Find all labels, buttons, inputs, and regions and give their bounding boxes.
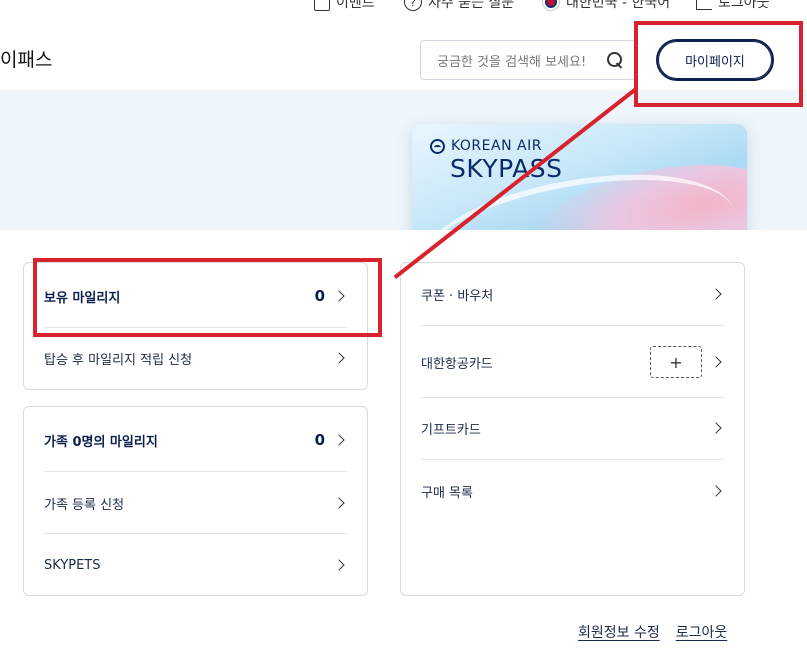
region-selector[interactable]: 대한민국 - 한국어 — [542, 0, 670, 12]
chevron-right-icon — [710, 422, 722, 434]
top-logout-label: 로그아웃 — [718, 0, 770, 11]
korean-air-card-row[interactable]: 대한항공카드 + — [421, 345, 724, 379]
korean-air-logo-icon — [430, 138, 445, 154]
search-icon[interactable] — [607, 51, 624, 69]
giftcard-row[interactable]: 기프트카드 — [421, 417, 724, 439]
family-register-label: 가족 등록 신청 — [44, 497, 125, 513]
annotation-highlight-mypage — [634, 21, 803, 107]
divider — [421, 397, 724, 398]
purchase-history-label: 구매 목록 — [421, 485, 473, 501]
family-register-row[interactable]: 가족 등록 신청 — [44, 492, 347, 514]
chevron-right-icon — [710, 485, 722, 497]
family-mileage-label: 가족 0명의 마일리지 — [44, 434, 158, 450]
faq-link[interactable]: ? 자주 묻는 질문 — [404, 0, 514, 12]
faq-label: 자주 묻는 질문 — [428, 0, 515, 11]
purchase-history-row[interactable]: 구매 목록 — [421, 480, 724, 502]
family-panel: 가족 0명의 마일리지 0 가족 등록 신청 SKYPETS — [23, 406, 368, 596]
top-logout-link[interactable]: 로그아웃 — [696, 0, 770, 12]
region-label: 대한민국 - 한국어 — [566, 0, 671, 11]
gift-icon — [314, 0, 330, 11]
chevron-right-icon — [710, 356, 722, 368]
mypage-screen: 이벤트 ? 자주 묻는 질문 대한민국 - 한국어 로그아웃 이패스 궁금한 것… — [0, 0, 807, 672]
coupon-row[interactable]: 쿠폰 · 바우처 — [421, 283, 724, 305]
chevron-right-icon — [710, 288, 722, 300]
chevron-right-icon — [333, 434, 345, 446]
retro-claim-label: 탑승 후 마일리지 적립 신청 — [44, 352, 193, 368]
question-icon: ? — [404, 0, 422, 11]
retro-claim-row[interactable]: 탑승 후 마일리지 적립 신청 — [44, 347, 347, 369]
page-title: 이패스 — [0, 49, 53, 71]
skypets-row[interactable]: SKYPETS — [44, 554, 347, 576]
chevron-right-icon — [333, 559, 345, 571]
korean-air-card-label: 대한항공카드 — [421, 356, 493, 372]
search-input[interactable]: 궁금한 것을 검색해 보세요! — [420, 40, 637, 80]
family-mileage-row[interactable]: 가족 0명의 마일리지 0 — [44, 429, 347, 451]
card-brand: KOREAN AIR — [430, 138, 542, 154]
annotation-highlight-mileage — [33, 258, 382, 337]
edit-profile-link[interactable]: 회원정보 수정 — [578, 622, 660, 642]
divider — [44, 471, 347, 472]
footer-links: 회원정보 수정 로그아웃 — [578, 622, 727, 642]
family-mileage-value: 0 — [314, 431, 325, 449]
divider — [421, 459, 724, 460]
search-placeholder: 궁금한 것을 검색해 보세요! — [437, 54, 587, 70]
divider — [44, 533, 347, 534]
chevron-right-icon — [333, 497, 345, 509]
korea-flag-icon — [542, 0, 560, 11]
skypass-card: KOREAN AIR SKYPASS — [412, 124, 747, 230]
giftcard-label: 기프트카드 — [421, 422, 481, 438]
card-brand-label: KOREAN AIR — [451, 138, 542, 154]
skypets-label: SKYPETS — [44, 557, 101, 573]
utility-bar: 이벤트 ? 자주 묻는 질문 대한민국 - 한국어 로그아웃 — [300, 0, 800, 18]
divider — [421, 325, 724, 326]
chevron-right-icon — [333, 352, 345, 364]
coupon-label: 쿠폰 · 바우처 — [421, 288, 494, 304]
events-label: 이벤트 — [336, 0, 375, 11]
add-card-button[interactable]: + — [650, 346, 702, 378]
events-link[interactable]: 이벤트 — [314, 0, 375, 12]
benefits-panel: 쿠폰 · 바우처 대한항공카드 + 기프트카드 구매 목록 — [400, 262, 745, 596]
footer-logout-link[interactable]: 로그아웃 — [676, 622, 728, 642]
logout-icon — [696, 0, 712, 10]
